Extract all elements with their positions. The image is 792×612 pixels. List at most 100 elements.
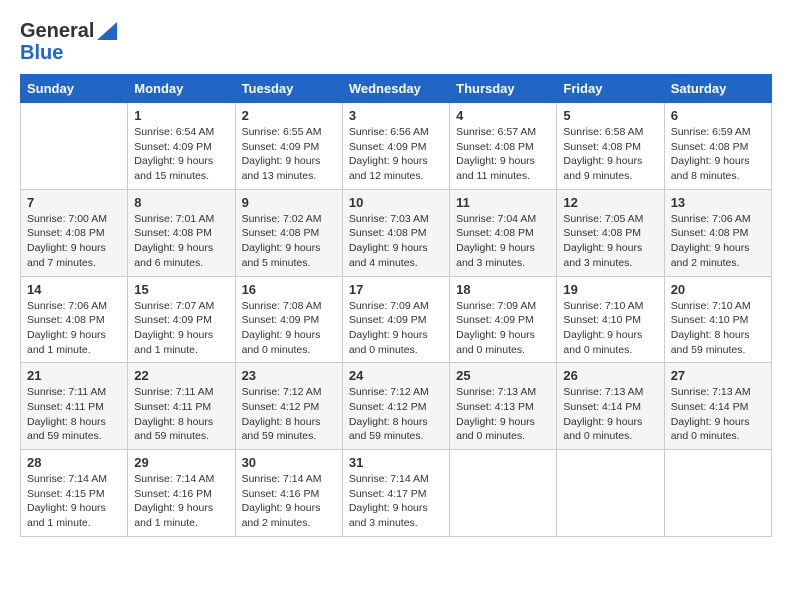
day-number: 9	[242, 195, 336, 210]
day-info: Sunrise: 7:06 AM Sunset: 4:08 PM Dayligh…	[27, 299, 121, 358]
logo: General Blue	[20, 20, 117, 64]
day-info: Sunrise: 6:56 AM Sunset: 4:09 PM Dayligh…	[349, 125, 443, 184]
day-number: 14	[27, 282, 121, 297]
calendar-cell: 14 Sunrise: 7:06 AM Sunset: 4:08 PM Dayli…	[21, 276, 128, 363]
calendar-cell: 8 Sunrise: 7:01 AM Sunset: 4:08 PM Daylig…	[128, 189, 235, 276]
day-number: 25	[456, 368, 550, 383]
calendar-cell: 12 Sunrise: 7:05 AM Sunset: 4:08 PM Dayli…	[557, 189, 664, 276]
calendar-cell: 11 Sunrise: 7:04 AM Sunset: 4:08 PM Dayli…	[450, 189, 557, 276]
header-day-thursday: Thursday	[450, 75, 557, 103]
day-info: Sunrise: 7:05 AM Sunset: 4:08 PM Dayligh…	[563, 212, 657, 271]
day-info: Sunrise: 7:09 AM Sunset: 4:09 PM Dayligh…	[456, 299, 550, 358]
calendar-cell: 18 Sunrise: 7:09 AM Sunset: 4:09 PM Dayli…	[450, 276, 557, 363]
day-info: Sunrise: 7:02 AM Sunset: 4:08 PM Dayligh…	[242, 212, 336, 271]
day-info: Sunrise: 7:10 AM Sunset: 4:10 PM Dayligh…	[671, 299, 765, 358]
calendar-cell: 24Sunrise: 7:12 AM Sunset: 4:12 PM Dayli…	[342, 363, 449, 450]
calendar-cell	[450, 450, 557, 537]
day-number: 22	[134, 368, 228, 383]
day-number: 2	[242, 108, 336, 123]
calendar-cell: 20 Sunrise: 7:10 AM Sunset: 4:10 PM Dayli…	[664, 276, 771, 363]
day-info: Sunrise: 6:58 AM Sunset: 4:08 PM Dayligh…	[563, 125, 657, 184]
day-number: 12	[563, 195, 657, 210]
calendar-table: SundayMondayTuesdayWednesdayThursdayFrid…	[20, 74, 772, 537]
day-number: 3	[349, 108, 443, 123]
day-number: 4	[456, 108, 550, 123]
calendar-cell: 23 Sunrise: 7:12 AM Sunset: 4:12 PM Dayli…	[235, 363, 342, 450]
calendar-cell	[557, 450, 664, 537]
day-info: Sunrise: 7:13 AM Sunset: 4:14 PM Dayligh…	[671, 385, 765, 444]
day-number: 27	[671, 368, 765, 383]
day-info: Sunrise: 7:14 AM Sunset: 4:16 PM Dayligh…	[242, 472, 336, 531]
day-info: Sunrise: 7:12 AM Sunset: 4:12 PM Dayligh…	[349, 385, 443, 444]
day-info: Sunrise: 6:54 AM Sunset: 4:09 PM Dayligh…	[134, 125, 228, 184]
calendar-cell: 22Sunrise: 7:11 AM Sunset: 4:11 PM Dayli…	[128, 363, 235, 450]
calendar-cell: 6 Sunrise: 6:59 AM Sunset: 4:08 PM Daylig…	[664, 103, 771, 190]
day-number: 13	[671, 195, 765, 210]
week-row-5: 28 Sunrise: 7:14 AM Sunset: 4:15 PM Dayli…	[21, 450, 772, 537]
day-number: 29	[134, 455, 228, 470]
calendar-cell: 3 Sunrise: 6:56 AM Sunset: 4:09 PM Daylig…	[342, 103, 449, 190]
calendar-cell: 21 Sunrise: 7:11 AM Sunset: 4:11 PM Dayli…	[21, 363, 128, 450]
day-info: Sunrise: 7:07 AM Sunset: 4:09 PM Dayligh…	[134, 299, 228, 358]
week-row-4: 21 Sunrise: 7:11 AM Sunset: 4:11 PM Dayli…	[21, 363, 772, 450]
day-number: 10	[349, 195, 443, 210]
day-number: 30	[242, 455, 336, 470]
logo-general-text: General	[20, 20, 94, 42]
calendar-cell: 4 Sunrise: 6:57 AM Sunset: 4:08 PM Daylig…	[450, 103, 557, 190]
day-info: Sunrise: 7:13 AM Sunset: 4:13 PM Dayligh…	[456, 385, 550, 444]
day-number: 20	[671, 282, 765, 297]
day-info: Sunrise: 7:10 AM Sunset: 4:10 PM Dayligh…	[563, 299, 657, 358]
day-number: 6	[671, 108, 765, 123]
day-info: Sunrise: 6:59 AM Sunset: 4:08 PM Dayligh…	[671, 125, 765, 184]
calendar-cell: 19 Sunrise: 7:10 AM Sunset: 4:10 PM Dayli…	[557, 276, 664, 363]
day-info: Sunrise: 7:13 AM Sunset: 4:14 PM Dayligh…	[563, 385, 657, 444]
calendar-cell: 15Sunrise: 7:07 AM Sunset: 4:09 PM Dayli…	[128, 276, 235, 363]
calendar-header-row: SundayMondayTuesdayWednesdayThursdayFrid…	[21, 75, 772, 103]
header-day-wednesday: Wednesday	[342, 75, 449, 103]
calendar-cell: 13Sunrise: 7:06 AM Sunset: 4:08 PM Dayli…	[664, 189, 771, 276]
header-day-monday: Monday	[128, 75, 235, 103]
week-row-3: 14 Sunrise: 7:06 AM Sunset: 4:08 PM Dayli…	[21, 276, 772, 363]
day-number: 19	[563, 282, 657, 297]
logo-triangle-icon	[97, 22, 117, 40]
header-day-sunday: Sunday	[21, 75, 128, 103]
calendar-cell: 28 Sunrise: 7:14 AM Sunset: 4:15 PM Dayli…	[21, 450, 128, 537]
day-number: 7	[27, 195, 121, 210]
day-info: Sunrise: 7:12 AM Sunset: 4:12 PM Dayligh…	[242, 385, 336, 444]
calendar-cell: 25 Sunrise: 7:13 AM Sunset: 4:13 PM Dayli…	[450, 363, 557, 450]
day-number: 18	[456, 282, 550, 297]
page-header: General Blue	[20, 20, 772, 64]
day-info: Sunrise: 7:01 AM Sunset: 4:08 PM Dayligh…	[134, 212, 228, 271]
day-info: Sunrise: 6:57 AM Sunset: 4:08 PM Dayligh…	[456, 125, 550, 184]
calendar-cell: 17Sunrise: 7:09 AM Sunset: 4:09 PM Dayli…	[342, 276, 449, 363]
day-number: 23	[242, 368, 336, 383]
week-row-2: 7 Sunrise: 7:00 AM Sunset: 4:08 PM Daylig…	[21, 189, 772, 276]
day-info: Sunrise: 7:14 AM Sunset: 4:15 PM Dayligh…	[27, 472, 121, 531]
day-number: 21	[27, 368, 121, 383]
day-info: Sunrise: 7:00 AM Sunset: 4:08 PM Dayligh…	[27, 212, 121, 271]
day-info: Sunrise: 7:04 AM Sunset: 4:08 PM Dayligh…	[456, 212, 550, 271]
calendar-cell: 7 Sunrise: 7:00 AM Sunset: 4:08 PM Daylig…	[21, 189, 128, 276]
calendar-cell: 2 Sunrise: 6:55 AM Sunset: 4:09 PM Daylig…	[235, 103, 342, 190]
header-day-friday: Friday	[557, 75, 664, 103]
day-info: Sunrise: 7:14 AM Sunset: 4:17 PM Dayligh…	[349, 472, 443, 531]
day-number: 1	[134, 108, 228, 123]
calendar-cell: 16Sunrise: 7:08 AM Sunset: 4:09 PM Dayli…	[235, 276, 342, 363]
day-number: 5	[563, 108, 657, 123]
calendar-cell: 27 Sunrise: 7:13 AM Sunset: 4:14 PM Dayli…	[664, 363, 771, 450]
day-number: 28	[27, 455, 121, 470]
day-number: 8	[134, 195, 228, 210]
calendar-cell	[21, 103, 128, 190]
day-info: Sunrise: 6:55 AM Sunset: 4:09 PM Dayligh…	[242, 125, 336, 184]
calendar-cell: 9 Sunrise: 7:02 AM Sunset: 4:08 PM Daylig…	[235, 189, 342, 276]
logo-blue-text: Blue	[20, 42, 63, 64]
day-info: Sunrise: 7:09 AM Sunset: 4:09 PM Dayligh…	[349, 299, 443, 358]
header-day-tuesday: Tuesday	[235, 75, 342, 103]
day-number: 31	[349, 455, 443, 470]
day-number: 16	[242, 282, 336, 297]
day-number: 11	[456, 195, 550, 210]
day-info: Sunrise: 7:11 AM Sunset: 4:11 PM Dayligh…	[27, 385, 121, 444]
calendar-cell: 10Sunrise: 7:03 AM Sunset: 4:08 PM Dayli…	[342, 189, 449, 276]
header-day-saturday: Saturday	[664, 75, 771, 103]
calendar-cell: 29Sunrise: 7:14 AM Sunset: 4:16 PM Dayli…	[128, 450, 235, 537]
